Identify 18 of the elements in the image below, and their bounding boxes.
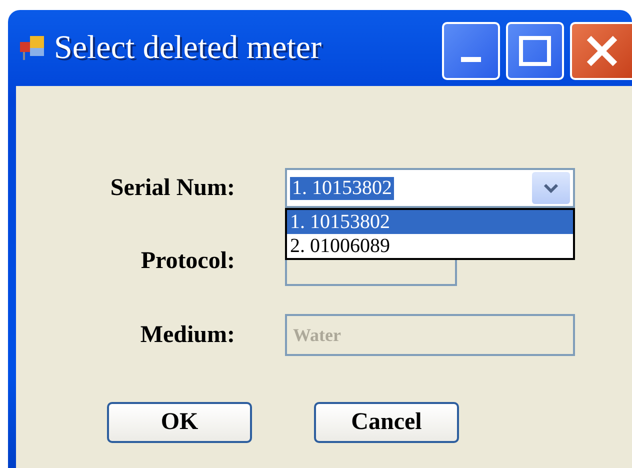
field-label: Serial Num: [109,174,235,202]
maximize-icon [519,36,551,66]
field-label: Medium: [139,322,235,348]
minimize-button[interactable] [442,22,500,80]
ok-button[interactable]: OK [107,402,252,443]
field-label: Protocol: [140,248,235,274]
maximize-button[interactable] [506,22,564,80]
cancel-button[interactable]: Cancel [314,402,459,443]
chevron-down-icon[interactable] [543,183,559,193]
dropdown-option[interactable]: 2. 01006089 [287,234,573,258]
serial-dropdown[interactable]: 1. 10153802 [285,168,575,208]
close-icon [585,34,619,68]
dropdown-option[interactable]: 1. 10153802 [287,210,573,234]
app-icon [20,36,46,60]
selected-value: 1. 10153802 [290,176,394,200]
minimize-icon [461,56,481,62]
window-title: Select deleted meter [54,30,323,66]
close-button[interactable] [570,22,632,80]
